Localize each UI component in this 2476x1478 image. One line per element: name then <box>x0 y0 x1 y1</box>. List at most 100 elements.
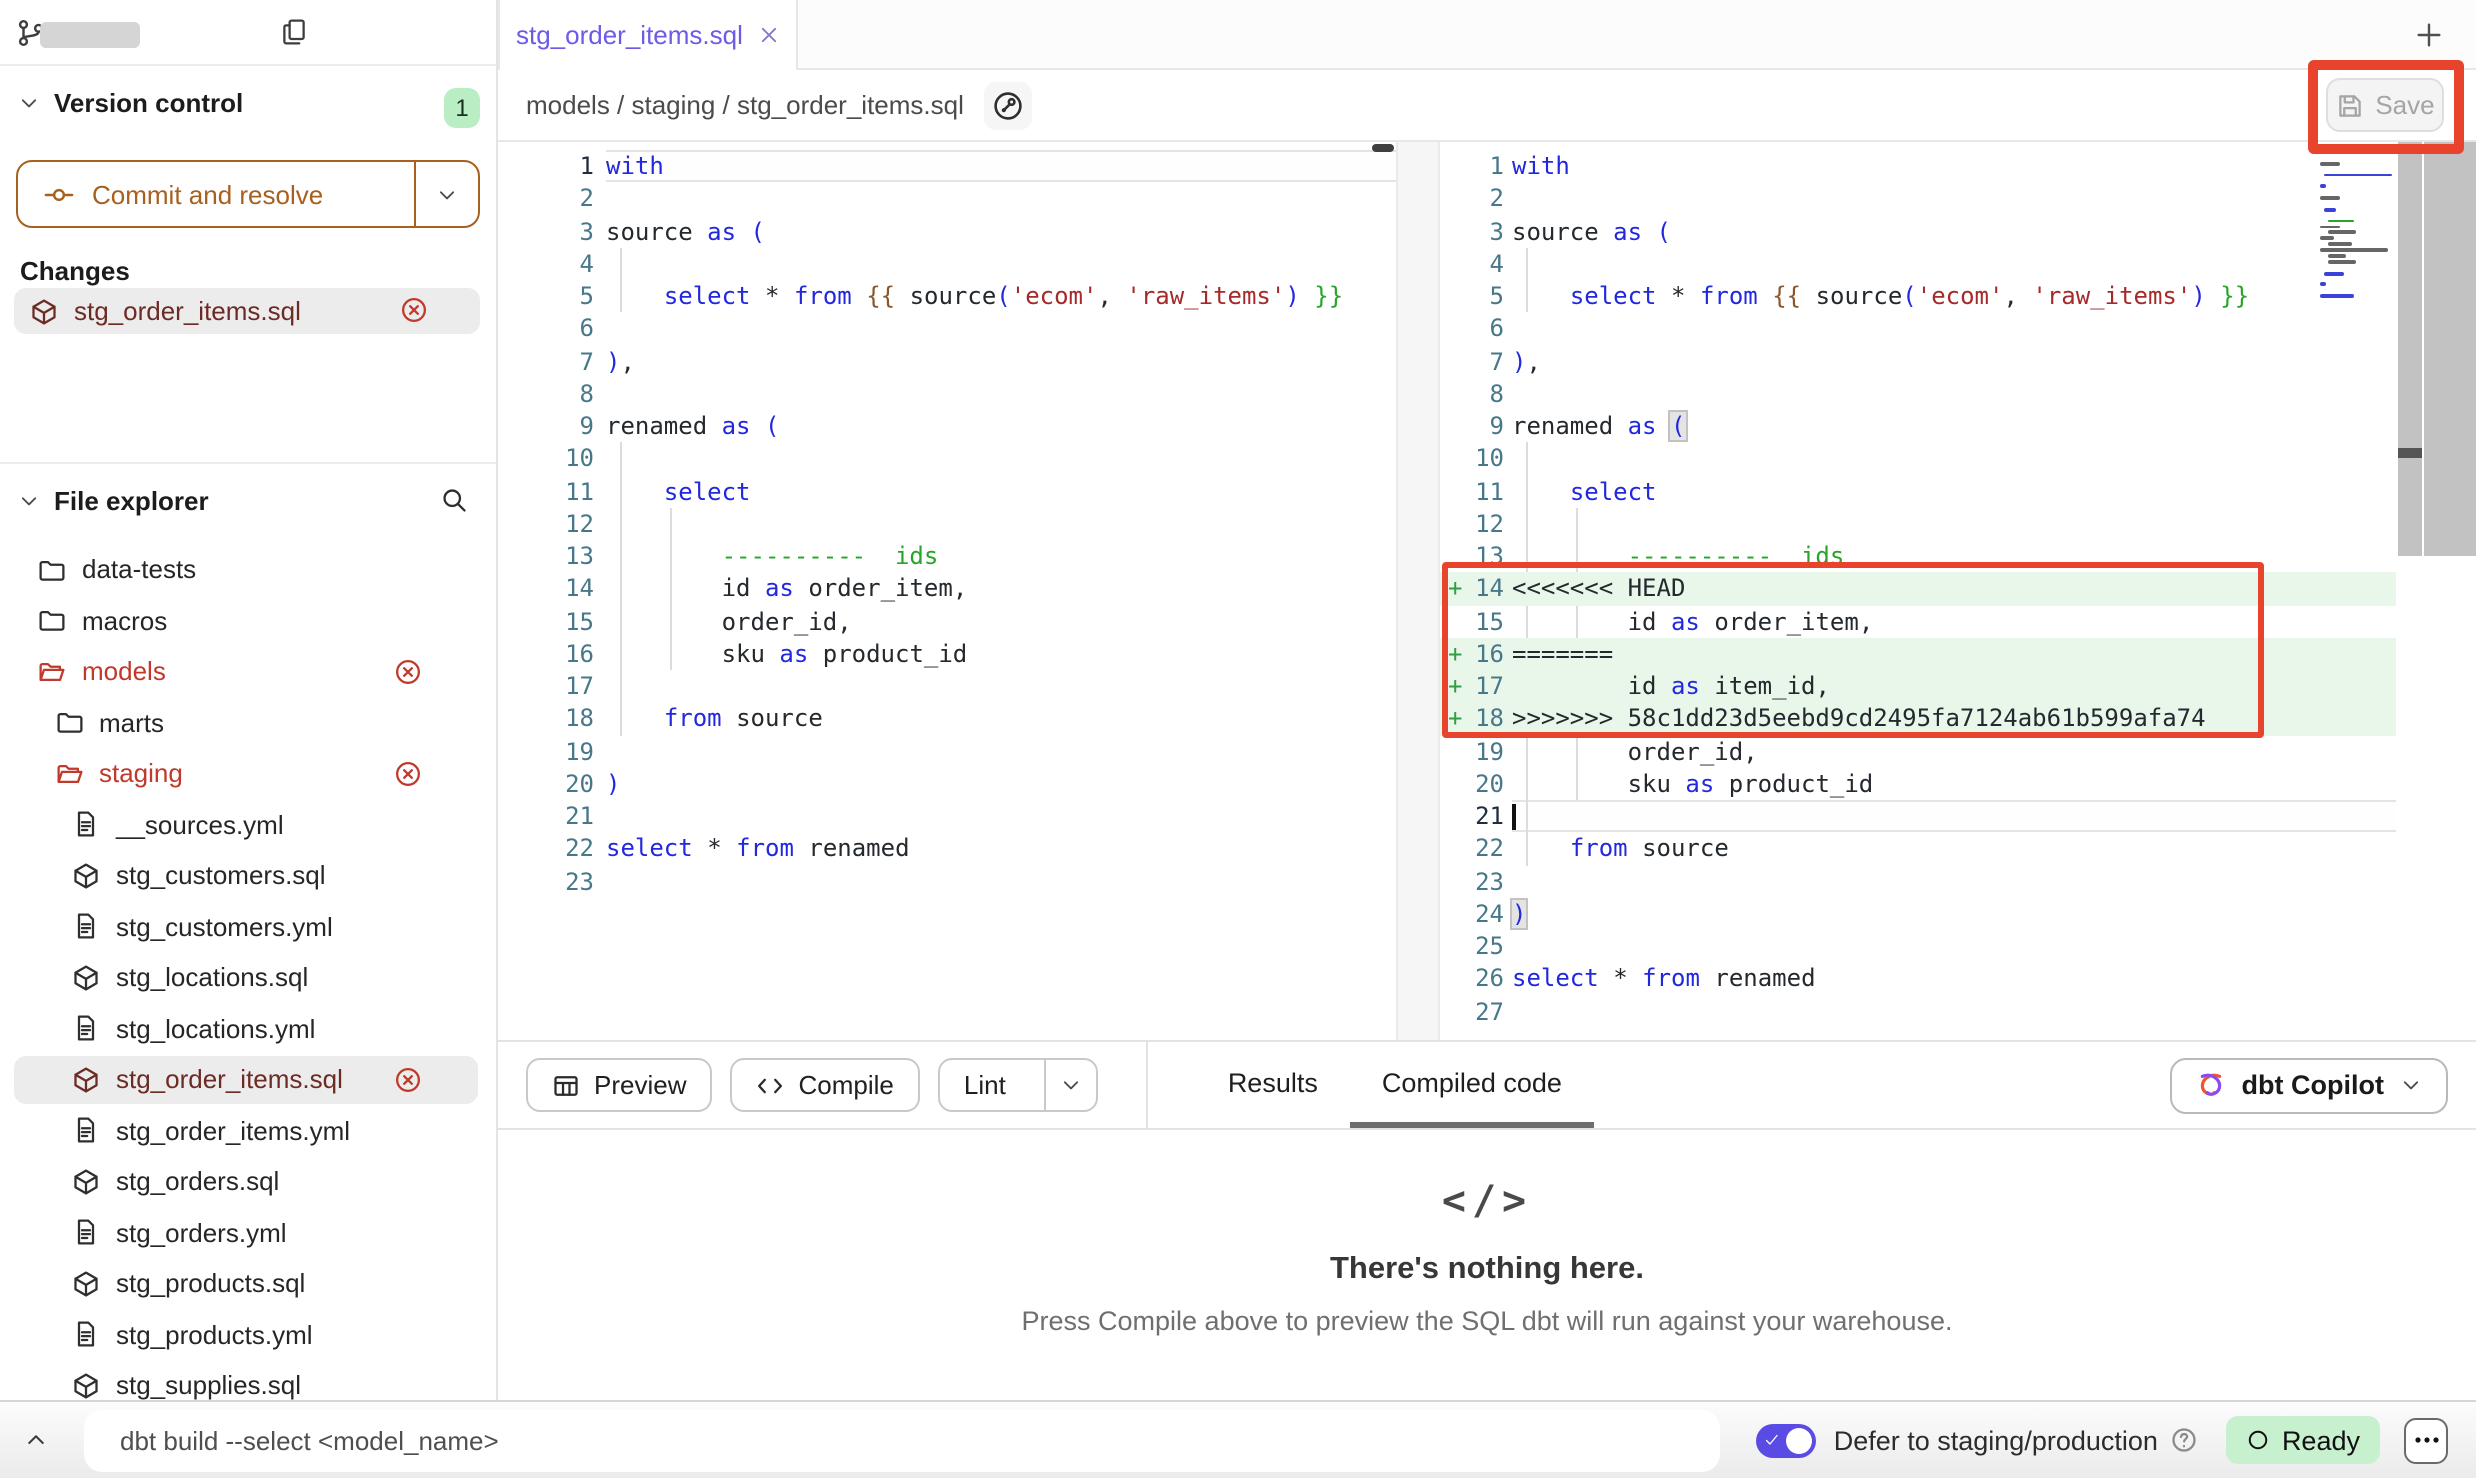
code-line-21[interactable]: 21 <box>1440 800 2396 833</box>
code-line-18[interactable]: 18 from source <box>498 703 1396 736</box>
commit-and-resolve-button[interactable]: Commit and resolve <box>16 160 480 228</box>
more-options-button[interactable] <box>2404 1417 2448 1463</box>
code-line-1[interactable]: 1with <box>498 150 1396 183</box>
file-tree-item-models[interactable]: models <box>0 646 496 697</box>
code-line-19[interactable]: 19 order_id, <box>1440 735 2396 768</box>
code-line-25[interactable]: 25 <box>1440 930 2396 963</box>
tab-stg-order-items[interactable]: stg_order_items.sql (last c... <box>498 0 798 70</box>
code-line-9[interactable]: 9renamed as ( <box>498 410 1396 443</box>
code-line-20[interactable]: 20) <box>498 768 1396 801</box>
close-icon[interactable] <box>758 24 780 46</box>
code-line-26[interactable]: 26select * from renamed <box>1440 963 2396 996</box>
file-tree-item-stg-order-items-sql[interactable]: stg_order_items.sql <box>0 1054 496 1105</box>
file-tree-item--sources-yml[interactable]: __sources.yml <box>0 799 496 850</box>
file-tree-item-stg-orders-sql[interactable]: stg_orders.sql <box>0 1156 496 1207</box>
search-icon[interactable] <box>440 486 468 514</box>
file-tree-item-stg-supplies-sql[interactable]: stg_supplies.sql <box>0 1360 496 1400</box>
code-line-13[interactable]: 13 ---------- ids <box>498 540 1396 573</box>
code-line-16[interactable]: 16 sku as product_id <box>498 638 1396 671</box>
discard-changes-icon[interactable] <box>394 760 422 788</box>
copy-icon[interactable] <box>280 18 308 46</box>
window-scrollbar[interactable] <box>2424 142 2476 556</box>
file-tree-item-stg-products-sql[interactable]: stg_products.sql <box>0 1258 496 1309</box>
code-line-15[interactable]: 15 id as order_item, <box>1440 605 2396 638</box>
file-tree-item-marts[interactable]: marts <box>0 697 496 748</box>
discard-changes-icon[interactable] <box>394 658 422 686</box>
code-line-7[interactable]: 7), <box>498 345 1396 378</box>
code-line-9[interactable]: 9renamed as ( <box>1440 410 2396 443</box>
code-line-4[interactable]: 4 <box>1440 248 2396 281</box>
defer-toggle[interactable] <box>1756 1423 1816 1457</box>
code-line-22[interactable]: 22 from source <box>1440 833 2396 866</box>
tab-results[interactable]: Results <box>1196 1042 1350 1128</box>
code-line-23[interactable]: 23 <box>1440 865 2396 898</box>
code-line-5[interactable]: 5 select * from {{ source('ecom', 'raw_i… <box>498 280 1396 313</box>
tab-compiled-code[interactable]: Compiled code <box>1350 1042 1594 1128</box>
lint-split-button[interactable]: Lint <box>938 1058 1098 1112</box>
code-line-17[interactable]: +17 id as item_id, <box>1440 670 2396 703</box>
editor-scrollbar[interactable] <box>2397 142 2422 556</box>
code-line-2[interactable]: 2 <box>1440 183 2396 216</box>
code-line-14[interactable]: +14<<<<<<< HEAD <box>1440 573 2396 606</box>
new-tab-button[interactable] <box>2414 19 2444 49</box>
code-line-18[interactable]: +18>>>>>>> 58c1dd23d5eebd9cd2495fa7124ab… <box>1440 703 2396 736</box>
code-line-17[interactable]: 17 <box>498 670 1396 703</box>
code-line-5[interactable]: 5 select * from {{ source('ecom', 'raw_i… <box>1440 280 2396 313</box>
code-line-14[interactable]: 14 id as order_item, <box>498 573 1396 606</box>
code-line-20[interactable]: 20 sku as product_id <box>1440 768 2396 801</box>
commit-dropdown-button[interactable] <box>414 162 478 226</box>
code-line-24[interactable]: 24) <box>1440 898 2396 931</box>
preview-button[interactable]: Preview <box>526 1058 713 1112</box>
code-line-6[interactable]: 6 <box>1440 313 2396 346</box>
code-pane-right[interactable]: 1with23source as (45 select * from {{ so… <box>1440 142 2396 1040</box>
code-pane-left[interactable]: 1with23source as (45 select * from {{ so… <box>498 142 1396 1040</box>
scrollbar-thumb[interactable] <box>2397 448 2422 458</box>
file-tree-item-macros[interactable]: macros <box>0 595 496 646</box>
version-control-header[interactable]: Version control <box>18 88 243 118</box>
code-line-22[interactable]: 22select * from renamed <box>498 833 1396 866</box>
code-line-13[interactable]: 13 ---------- ids <box>1440 540 2396 573</box>
dbt-copilot-button[interactable]: dbt Copilot <box>2170 1057 2448 1113</box>
file-tree-item-stg-locations-sql[interactable]: stg_locations.sql <box>0 952 496 1003</box>
code-line-15[interactable]: 15 order_id, <box>498 605 1396 638</box>
code-line-16[interactable]: +16======= <box>1440 638 2396 671</box>
code-line-10[interactable]: 10 <box>498 443 1396 476</box>
code-line-4[interactable]: 4 <box>498 248 1396 281</box>
code-line-21[interactable]: 21 <box>498 800 1396 833</box>
lint-dropdown-button[interactable] <box>1044 1060 1096 1110</box>
code-line-11[interactable]: 11 select <box>498 475 1396 508</box>
code-line-12[interactable]: 12 <box>498 508 1396 541</box>
code-line-19[interactable]: 19 <box>498 735 1396 768</box>
code-line-27[interactable]: 27 <box>1440 995 2396 1028</box>
discard-changes-icon[interactable] <box>400 296 428 324</box>
file-tree-item-staging[interactable]: staging <box>0 748 496 799</box>
left-pane-scrollbar-thumb[interactable] <box>1372 144 1394 152</box>
code-line-1[interactable]: 1with <box>1440 150 2396 183</box>
compile-button[interactable]: Compile <box>731 1058 920 1112</box>
file-tree-item-stg-customers-sql[interactable]: stg_customers.sql <box>0 850 496 901</box>
lineage-icon[interactable] <box>984 81 1032 129</box>
code-line-8[interactable]: 8 <box>498 378 1396 411</box>
code-line-3[interactable]: 3source as ( <box>1440 215 2396 248</box>
file-explorer-header[interactable]: File explorer <box>18 486 209 516</box>
file-tree-item-data-tests[interactable]: data-tests <box>0 544 496 595</box>
file-tree-item-stg-products-yml[interactable]: stg_products.yml <box>0 1309 496 1360</box>
code-line-7[interactable]: 7), <box>1440 345 2396 378</box>
chevron-up-icon[interactable] <box>24 1428 48 1452</box>
code-line-12[interactable]: 12 <box>1440 508 2396 541</box>
file-tree-item-stg-order-items-yml[interactable]: stg_order_items.yml <box>0 1105 496 1156</box>
code-line-8[interactable]: 8 <box>1440 378 2396 411</box>
code-line-6[interactable]: 6 <box>498 313 1396 346</box>
file-tree-item-stg-locations-yml[interactable]: stg_locations.yml <box>0 1003 496 1054</box>
code-line-10[interactable]: 10 <box>1440 443 2396 476</box>
file-tree-item-stg-customers-yml[interactable]: stg_customers.yml <box>0 901 496 952</box>
help-icon[interactable] <box>2170 1426 2198 1454</box>
command-input[interactable] <box>84 1409 1720 1471</box>
code-line-23[interactable]: 23 <box>498 865 1396 898</box>
minimap[interactable] <box>2320 150 2392 306</box>
code-line-3[interactable]: 3source as ( <box>498 215 1396 248</box>
changed-file-item[interactable]: stg_order_items.sql <box>14 288 480 334</box>
code-line-2[interactable]: 2 <box>498 183 1396 216</box>
file-tree-item-stg-orders-yml[interactable]: stg_orders.yml <box>0 1207 496 1258</box>
save-button[interactable]: Save <box>2326 78 2444 132</box>
